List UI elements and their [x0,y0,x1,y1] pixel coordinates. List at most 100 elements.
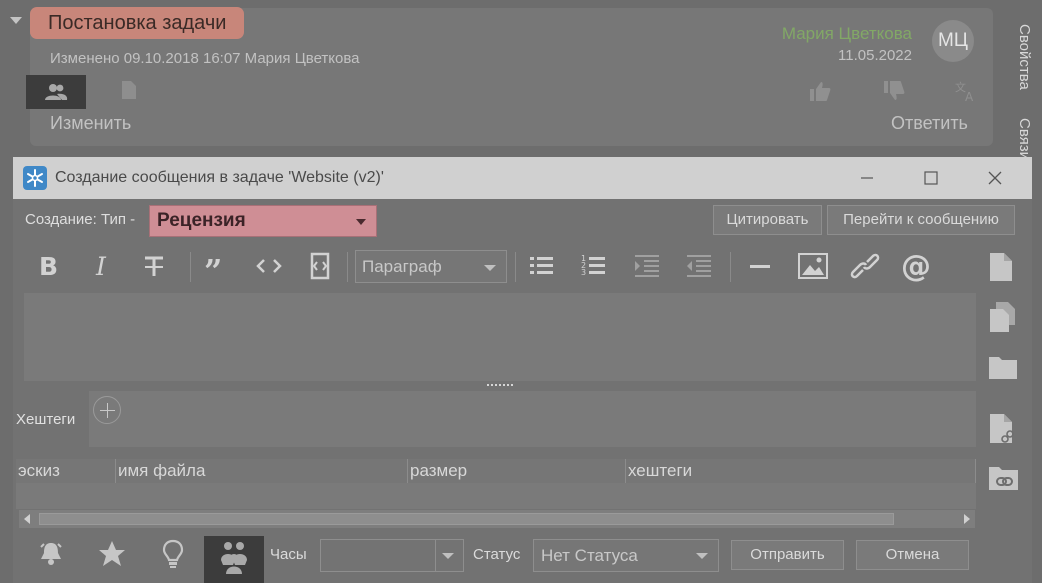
code-block-button[interactable] [308,250,332,282]
reply-link[interactable]: Ответить [891,113,968,134]
code-block-icon [310,252,330,280]
outdent-button[interactable] [686,250,712,282]
strikethrough-button[interactable] [142,250,166,282]
file-tab-icon[interactable] [120,80,138,100]
hashtags-label: Хештеги [16,411,76,428]
star-icon[interactable] [97,539,127,569]
task-title-badge: Постановка задачи [30,7,245,39]
bold-icon: B [39,252,58,281]
properties-side-tab[interactable]: Свойства [1016,24,1033,90]
close-button[interactable] [961,157,1029,199]
hours-select[interactable] [320,539,464,572]
chevron-down-icon [356,219,366,225]
quote-format-button[interactable]: ” [203,250,227,282]
maximize-button[interactable] [897,157,965,199]
create-message-dialog: Создание сообщения в задаче 'Website (v2… [13,157,1032,583]
strikethrough-icon [145,256,163,276]
author-date: 11.05.2022 [838,47,912,64]
bullet-list-button[interactable] [529,250,555,282]
minimize-button[interactable] [833,157,901,199]
column-header-size[interactable]: размер [408,459,626,483]
column-header-filename[interactable]: имя файла [116,459,408,483]
insert-link-button[interactable] [850,250,880,282]
message-type-select[interactable]: Рецензия [149,205,377,237]
cancel-button[interactable]: Отмена [856,540,969,570]
bold-button[interactable]: B [38,250,62,282]
folder-icon[interactable] [988,354,1018,380]
link-icon [850,253,880,279]
hashtags-area[interactable] [89,391,976,447]
quote-button[interactable]: Цитировать [713,205,822,235]
paragraph-select[interactable]: Параграф [355,250,507,283]
goto-message-button[interactable]: Перейти к сообщению [827,205,1015,235]
minimize-icon [861,177,873,179]
paragraph-select-value: Параграф [362,257,442,276]
thumbs-down-icon[interactable] [882,80,906,102]
file-icon[interactable] [988,252,1014,282]
author-name[interactable]: Мария Цветкова [782,24,912,44]
status-select[interactable]: Нет Статуса [533,539,719,572]
svg-text:B: B [39,252,58,281]
changed-info: Изменено 09.10.2018 16:07 Мария Цветкова [50,50,360,67]
send-button[interactable]: Отправить [731,540,844,570]
outdent-icon [687,255,711,277]
horizontal-scrollbar[interactable] [19,510,975,528]
svg-text:3: 3 [581,268,586,277]
thumbs-up-icon[interactable] [808,80,832,102]
bullet-list-icon [530,257,553,274]
horizontal-rule-button[interactable] [749,250,771,282]
scroll-left-icon[interactable] [24,514,30,524]
message-editor[interactable] [24,293,976,381]
quote-icon: ” [204,252,222,282]
message-type-value: Рецензия [157,210,246,231]
bell-icon[interactable] [38,539,64,569]
scroll-right-icon[interactable] [964,514,970,524]
type-label: Создание: Тип - [25,211,136,228]
indent-button[interactable] [634,250,660,282]
chevron-down-icon [442,553,454,559]
people-icon [45,84,68,100]
links-side-tab[interactable]: Связи [1016,118,1033,160]
close-icon [988,171,1002,185]
numbered-list-icon: 123 [581,254,605,277]
avatar[interactable]: МЦ [932,20,974,62]
svg-text:I: I [95,252,107,281]
svg-text:A: A [965,90,974,102]
persons-icon [221,542,247,574]
chevron-down-icon [484,265,496,271]
people-tab[interactable] [26,75,86,109]
italic-button[interactable]: I [93,250,113,282]
numbered-list-button[interactable]: 123 [581,250,607,282]
column-header-thumbnail[interactable]: эскиз [16,459,116,483]
file-link-icon[interactable] [988,413,1016,445]
maximize-icon [924,171,938,185]
select-divider [435,540,436,571]
hours-label: Часы [270,546,307,563]
resize-handle[interactable] [487,384,513,387]
dialog-titlebar[interactable]: Создание сообщения в задаче 'Website (v2… [13,157,1032,199]
edit-link[interactable]: Изменить [50,113,131,134]
collapse-arrow-icon[interactable] [10,17,22,24]
toolbar-divider [347,252,348,282]
horizontal-rule-icon [750,265,770,268]
code-icon [256,259,282,273]
insert-image-button[interactable] [798,250,828,282]
status-value: Нет Статуса [541,546,638,565]
toolbar-divider [730,252,731,282]
add-hashtag-button[interactable] [93,396,121,424]
folder-link-icon[interactable] [988,464,1020,492]
column-header-hashtags[interactable]: хештеги [626,459,976,483]
image-icon [798,253,828,279]
status-label: Статус [473,546,521,563]
scrollbar-thumb[interactable] [39,513,894,525]
toolbar-divider [515,252,516,282]
lightbulb-icon[interactable] [161,539,185,569]
translate-icon[interactable]: 文 A [954,80,978,102]
italic-icon: I [95,252,107,281]
mention-button[interactable]: @ [901,250,935,282]
copy-files-icon[interactable] [988,301,1018,333]
dialog-title: Создание сообщения в задаче 'Website (v2… [55,169,384,186]
participants-button[interactable] [204,536,264,583]
code-button[interactable] [255,250,283,282]
chevron-down-icon [696,553,708,559]
